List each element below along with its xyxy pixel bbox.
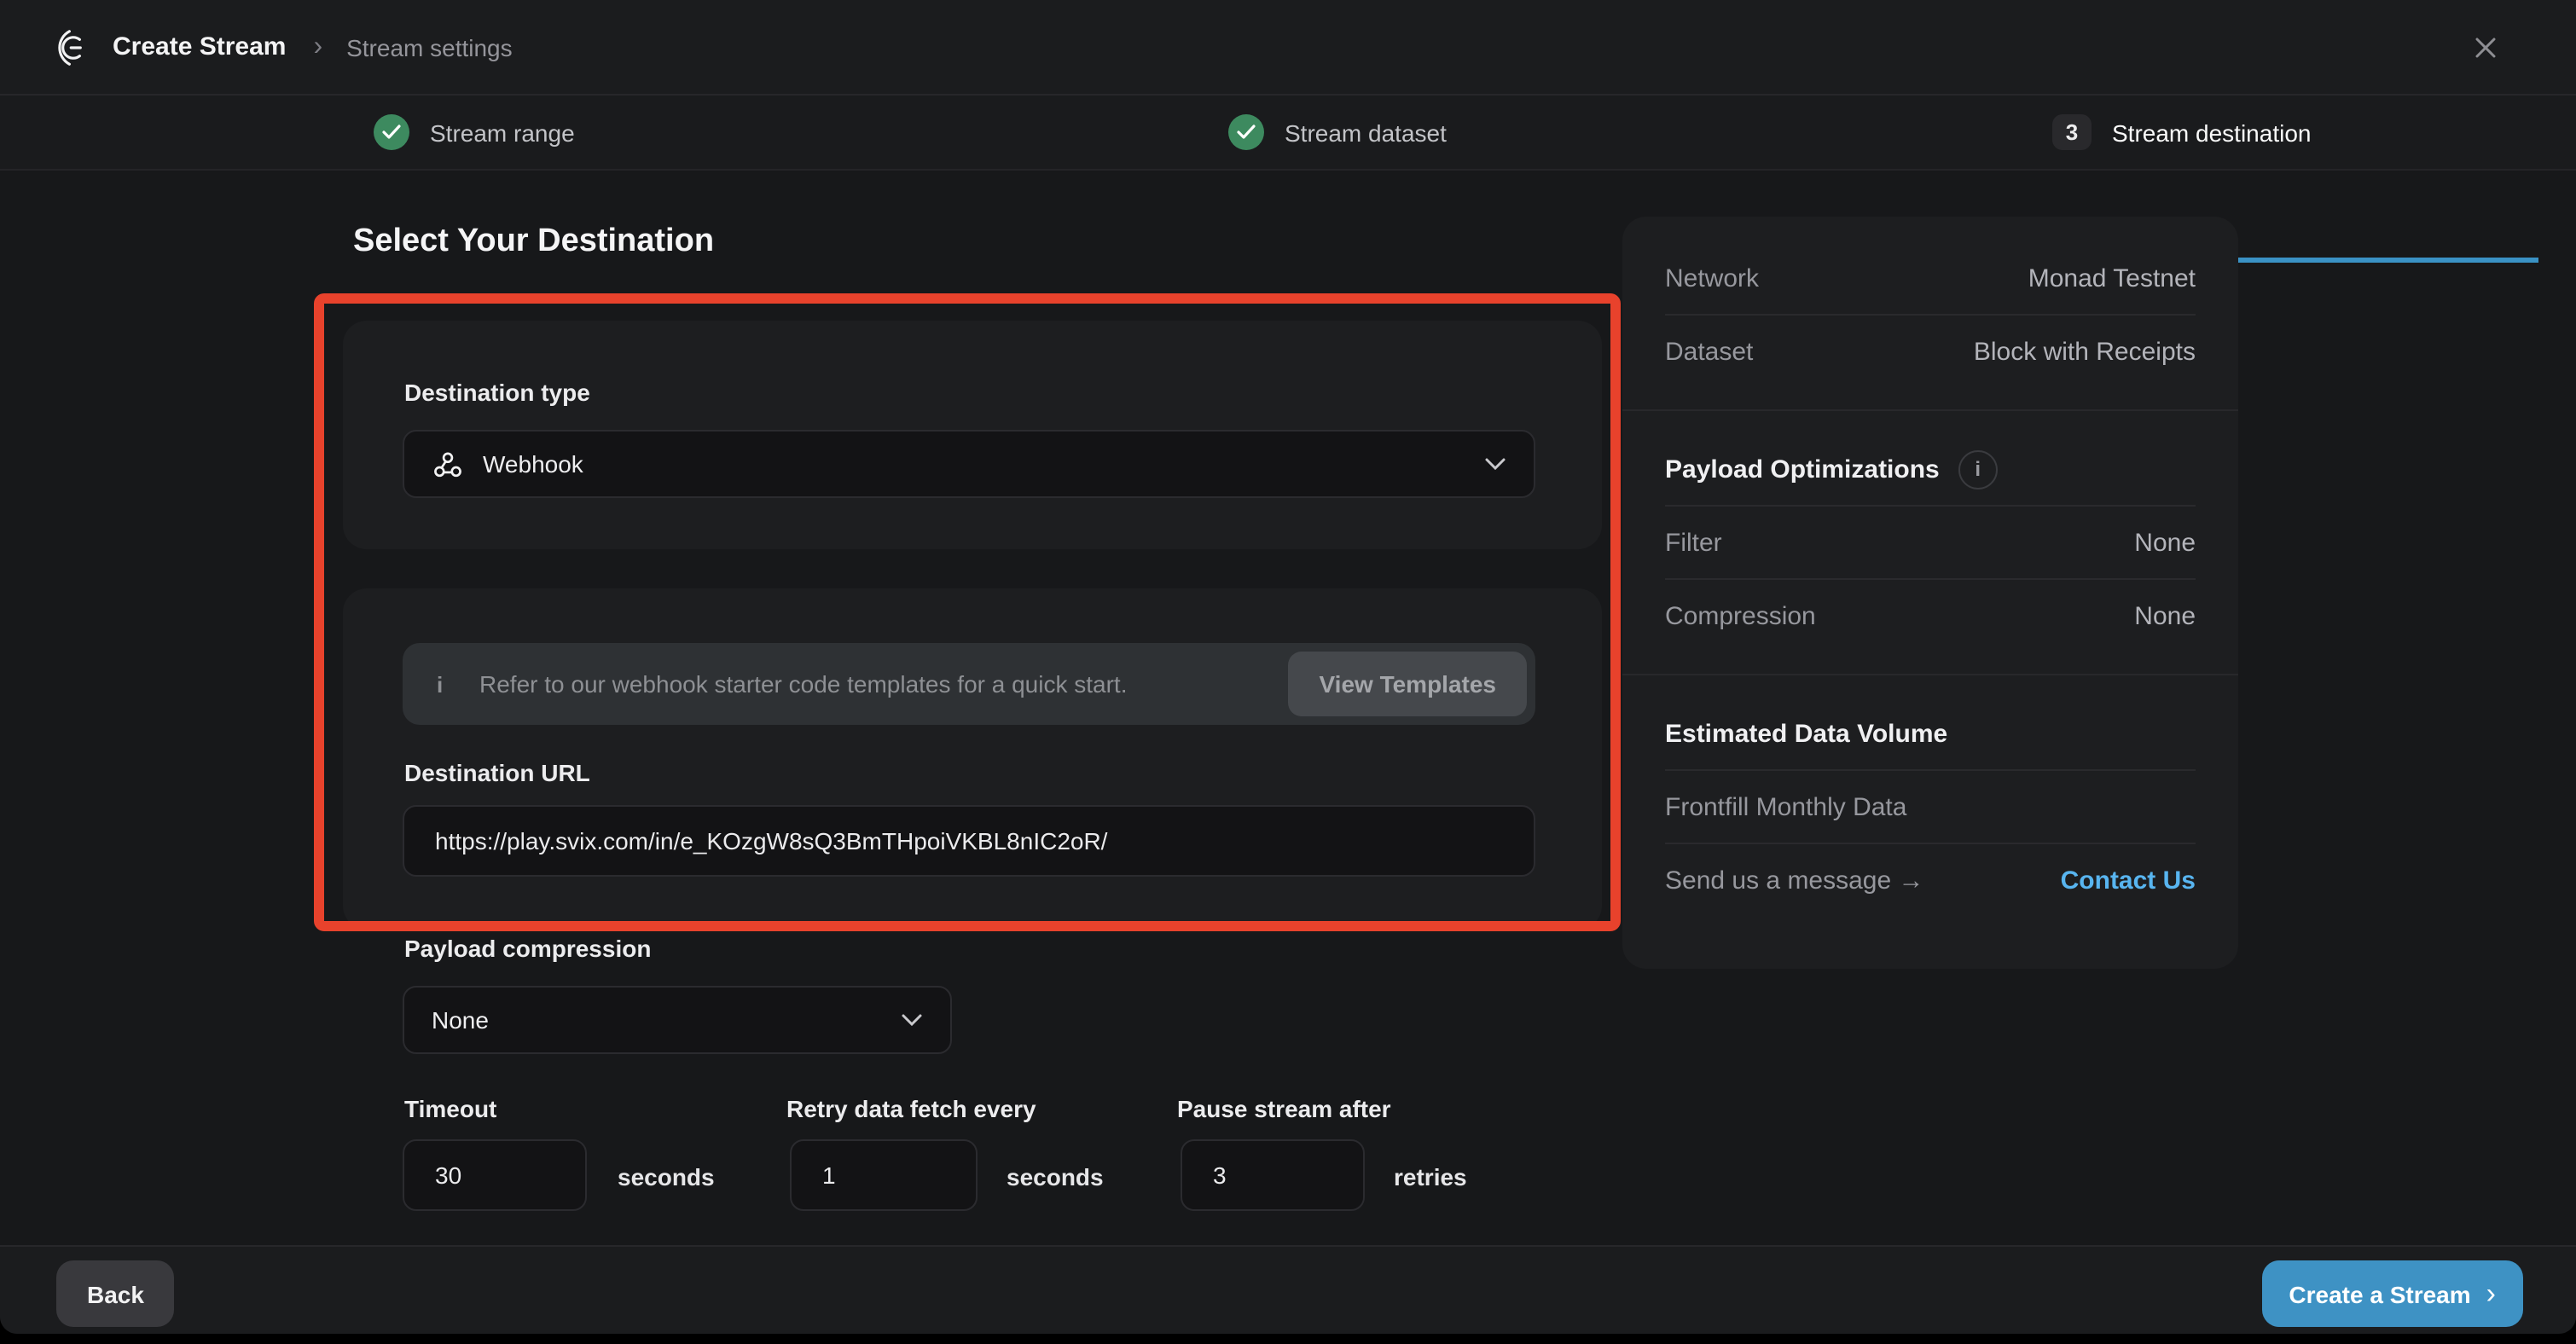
divider [1622,674,2238,675]
step-label: Stream destination [2112,119,2311,146]
row-value: None [2134,601,2196,630]
row-value: None [2134,528,2196,557]
destination-url-card: i Refer to our webhook starter code temp… [343,588,1602,930]
info-icon: i [437,671,464,697]
timeout-field [403,1139,587,1211]
destination-url-input[interactable] [432,826,1506,856]
streams-logo-icon [51,25,96,69]
contact-message: Send us a message [1665,866,1891,895]
divider [1622,409,2238,411]
summary-row-filter: Filter None [1665,507,2196,578]
chevron-down-icon [1484,457,1506,471]
timeout-input[interactable] [432,1160,558,1190]
chevron-right-icon: › [2486,1279,2496,1308]
row-label: Network [1665,264,1759,293]
pause-field [1181,1139,1365,1211]
contact-us-link[interactable]: Contact Us [2061,866,2196,895]
summary-row-dataset: Dataset Block with Receipts [1665,314,2196,387]
payload-compression-value: None [432,1006,489,1034]
row-label: Filter [1665,528,1722,557]
frontfill-row: Frontfill Monthly Data [1665,771,2196,843]
destination-url-field [403,805,1535,877]
info-icon[interactable]: i [1958,449,1998,489]
check-icon [374,114,409,150]
summary-row-compression: Compression None [1665,580,2196,652]
close-icon[interactable] [2470,32,2501,63]
pause-unit: retries [1394,1163,1467,1190]
destination-type-select[interactable]: Webhook [403,430,1535,498]
row-label: Compression [1665,601,1816,630]
step-label: Stream range [430,119,575,146]
estimated-data-volume-header: Estimated Data Volume [1665,698,2196,769]
retry-field [790,1139,978,1211]
step-bar: Stream range Stream dataset 3 Stream des… [0,96,2576,171]
retry-unit: seconds [1007,1163,1104,1190]
payload-optimizations-title: Payload Optimizations [1665,455,1940,484]
summary-row-network: Network Monad Testnet [1665,242,2196,314]
row-value: Monad Testnet [2028,264,2196,293]
chevron-down-icon [901,1013,923,1027]
arrow-right-icon: → [1899,866,1924,895]
destination-type-value: Webhook [483,450,583,478]
contact-row: Send us a message → Contact Us [1665,844,2196,916]
timeout-unit: seconds [618,1163,715,1190]
create-stream-label: Create a Stream [2289,1280,2470,1307]
retry-label: Retry data fetch every [786,1095,1036,1122]
step-stream-dataset[interactable]: Stream dataset [1228,96,1447,169]
footer-bar: Back Create a Stream › [0,1245,2576,1334]
webhook-icon [432,448,464,480]
row-value: Block with Receipts [1974,337,2196,366]
breadcrumb-separator-icon: › [313,32,322,62]
breadcrumb: Stream settings [346,33,513,61]
step-label: Stream dataset [1285,119,1447,146]
section-heading: Select Your Destination [353,223,714,261]
frontfill-label: Frontfill Monthly Data [1665,792,1906,821]
payload-optimizations-header: Payload Optimizations i [1665,433,2196,505]
row-label: Dataset [1665,337,1753,366]
desktop-background [0,1334,2576,1344]
payload-compression-label: Payload compression [404,935,651,962]
step-stream-range[interactable]: Stream range [374,96,575,169]
timeout-label: Timeout [404,1095,496,1122]
retry-input[interactable] [819,1160,949,1190]
page-title: Create Stream [113,32,286,61]
header: Create Stream › Stream settings [0,0,2576,96]
pause-label: Pause stream after [1177,1095,1391,1122]
pause-input[interactable] [1210,1160,1336,1190]
payload-compression-select[interactable]: None [403,986,952,1054]
destination-type-label: Destination type [404,379,590,406]
step-stream-destination[interactable]: 3 Stream destination [2052,96,2311,169]
check-icon [1228,114,1264,150]
screen: Create Stream › Stream settings Stream r… [0,0,2576,1344]
stream-summary-panel: Network Monad Testnet Dataset Block with… [1622,217,2238,969]
webhook-templates-banner: i Refer to our webhook starter code temp… [403,643,1535,725]
destination-type-card: Destination type Webhook [343,321,1602,549]
banner-message: Refer to our webhook starter code templa… [479,670,1128,698]
back-button[interactable]: Back [56,1260,175,1327]
create-stream-window: Create Stream › Stream settings Stream r… [0,0,2576,1334]
view-templates-button[interactable]: View Templates [1289,652,1528,716]
destination-url-label: Destination URL [404,759,590,786]
step-number-badge: 3 [2052,114,2092,150]
create-stream-button[interactable]: Create a Stream › [2261,1260,2523,1327]
estimated-data-volume-title: Estimated Data Volume [1665,719,1947,748]
